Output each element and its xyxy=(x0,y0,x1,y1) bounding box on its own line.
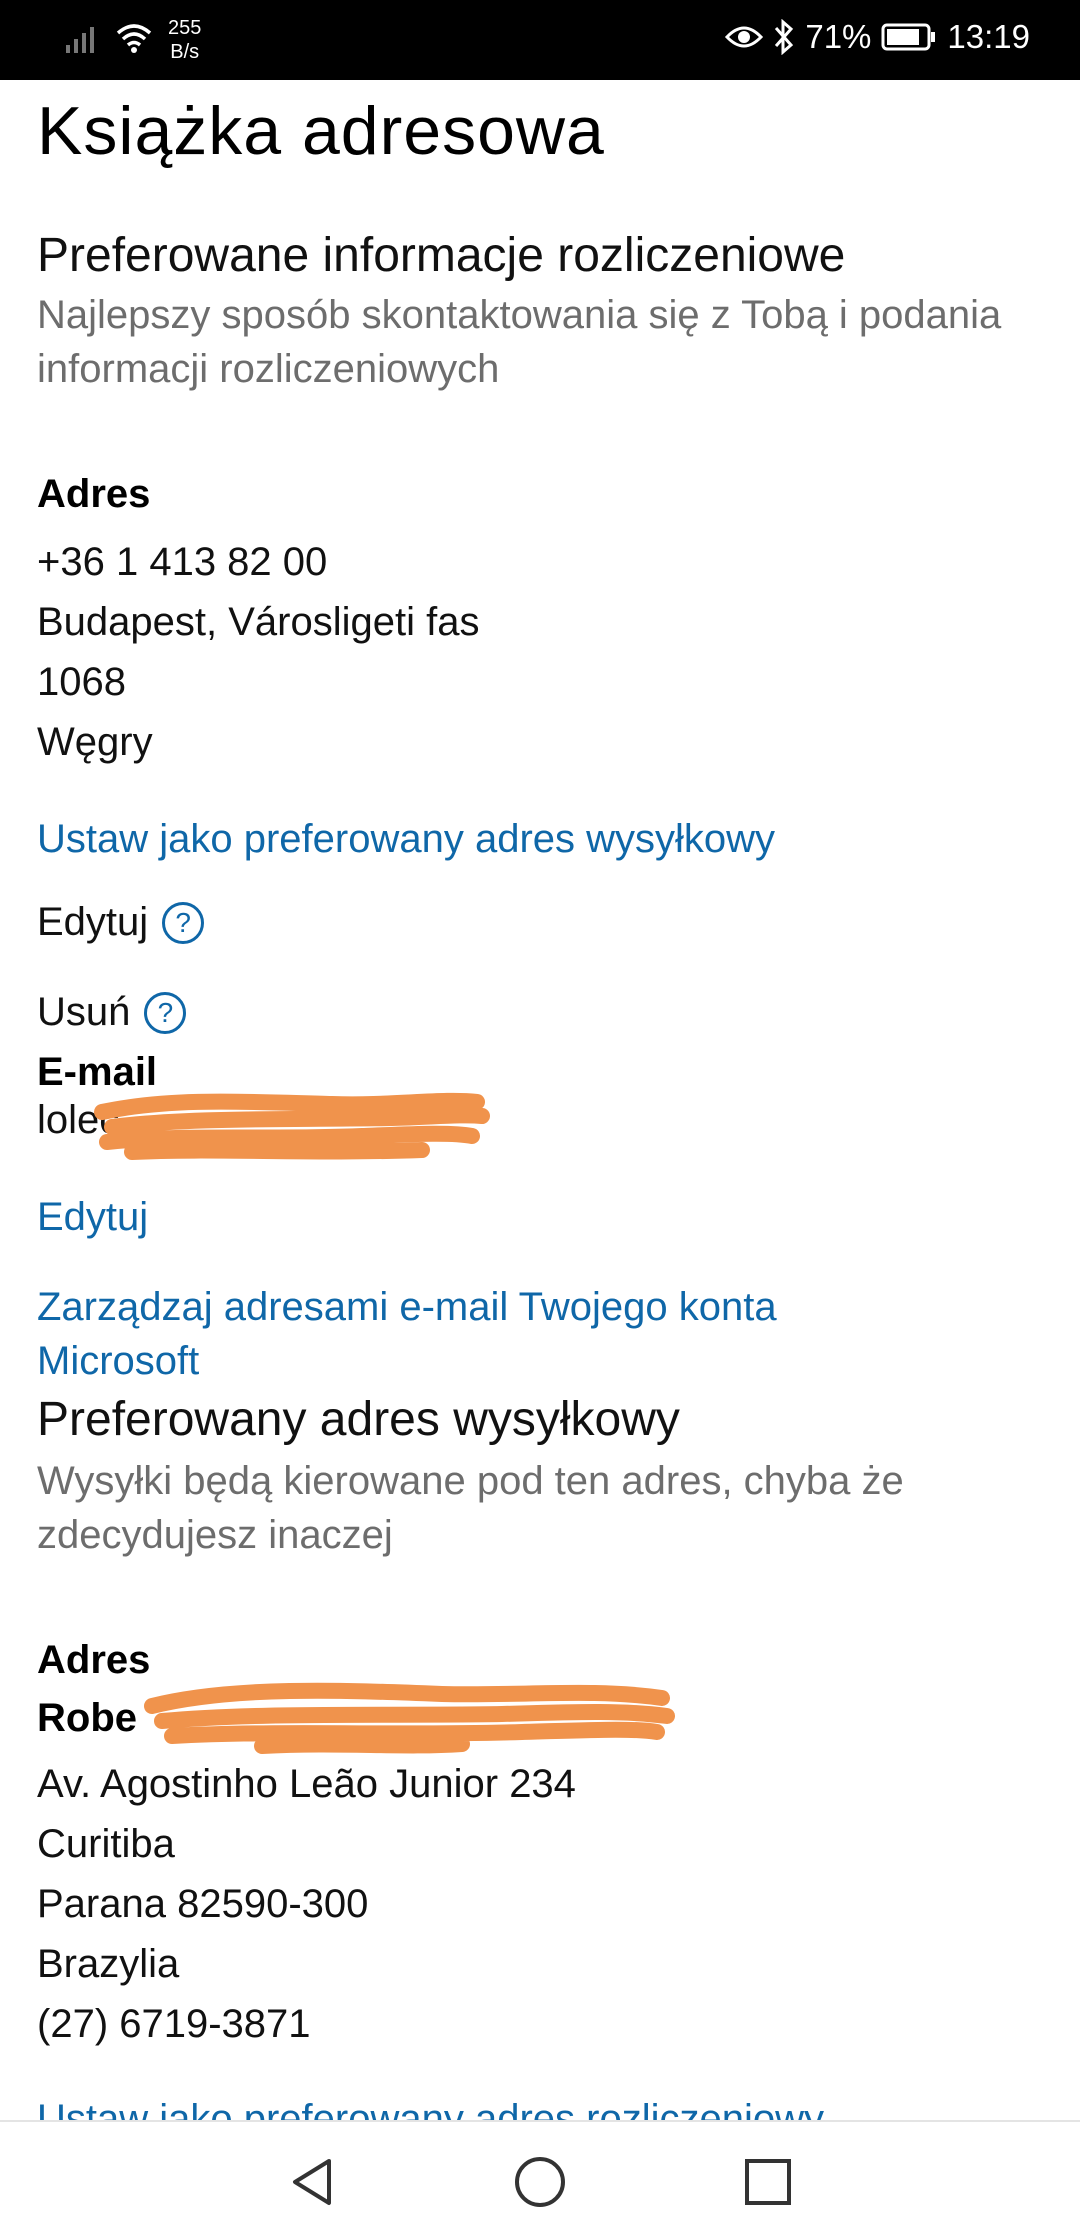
eye-icon xyxy=(725,23,764,51)
shipping-section-subtitle: Wysyłki będą kierowane pod ten adres, ch… xyxy=(37,1459,904,1557)
home-button[interactable] xyxy=(510,2152,570,2212)
delete-button[interactable]: Usuń xyxy=(37,990,130,1035)
status-bar: 255 B/s 71% 13:19 xyxy=(0,0,1080,80)
speed-unit: B/s xyxy=(170,41,200,63)
shipping-address-line: Av. Agostinho Leão Junior 234 xyxy=(37,1762,576,1806)
billing-section-subtitle: Najlepszy sposób skontaktowania się z To… xyxy=(37,293,1002,391)
billing-edit-action: Edytuj ? xyxy=(37,900,205,945)
billing-address-line: +36 1 413 82 00 xyxy=(37,540,328,584)
redaction-scribble xyxy=(94,1092,490,1160)
billing-address-label: Adres xyxy=(37,472,151,516)
status-left: 255 B/s xyxy=(64,16,201,64)
billing-address-line: Węgry xyxy=(37,720,153,764)
help-icon[interactable]: ? xyxy=(162,901,205,944)
signal-icon xyxy=(64,21,100,60)
back-triangle-icon xyxy=(293,2159,331,2205)
bluetooth-icon xyxy=(773,19,795,55)
set-preferred-shipping-link[interactable]: Ustaw jako preferowany adres wysyłkowy xyxy=(37,812,775,866)
billing-delete-action: Usuń ? xyxy=(37,990,187,1035)
shipping-section-title: Preferowany adres wysyłkowy xyxy=(37,1393,680,1446)
speed-value: 255 xyxy=(168,17,202,39)
billing-section-title: Preferowane informacje rozliczeniowe xyxy=(37,229,846,282)
battery-icon xyxy=(881,22,937,52)
shipping-recipient-name: Robe xyxy=(37,1696,137,1740)
wifi-icon xyxy=(114,21,154,60)
clock: 13:19 xyxy=(947,18,1030,55)
recents-button[interactable] xyxy=(738,2152,798,2212)
set-preferred-billing-link[interactable]: Ustaw jako preferowany adres rozliczenio… xyxy=(37,2092,824,2122)
battery-percent: 71% xyxy=(805,18,872,55)
billing-address-line: 1068 xyxy=(37,660,126,704)
back-button[interactable] xyxy=(282,2152,342,2212)
help-icon[interactable]: ? xyxy=(144,991,187,1034)
home-circle-icon xyxy=(515,2157,565,2207)
network-speed: 255 B/s xyxy=(168,16,201,64)
shipping-address-line: (27) 6719-3871 xyxy=(37,2002,311,2046)
shipping-address-line: Brazylia xyxy=(37,1942,180,1986)
billing-address-line: Budapest, Városligeti fas xyxy=(37,600,480,644)
redaction-scribble xyxy=(144,1682,675,1754)
recents-square-icon xyxy=(745,2159,791,2205)
email-label: E-mail xyxy=(37,1050,158,1094)
shipping-address-line: Parana 82590-300 xyxy=(37,1882,369,1926)
status-right: 71% 13:19 xyxy=(725,18,1030,56)
shipping-address-line: Curitiba xyxy=(37,1822,175,1866)
shipping-address-label: Adres xyxy=(37,1638,151,1682)
email-edit-link[interactable]: Edytuj xyxy=(37,1190,148,1244)
page-title: Książka adresowa xyxy=(37,93,605,169)
manage-emails-link[interactable]: Zarządzaj adresami e-mail Twojego konta … xyxy=(37,1280,937,1388)
edit-button[interactable]: Edytuj xyxy=(37,900,148,945)
navigation-bar xyxy=(0,2120,1080,2240)
